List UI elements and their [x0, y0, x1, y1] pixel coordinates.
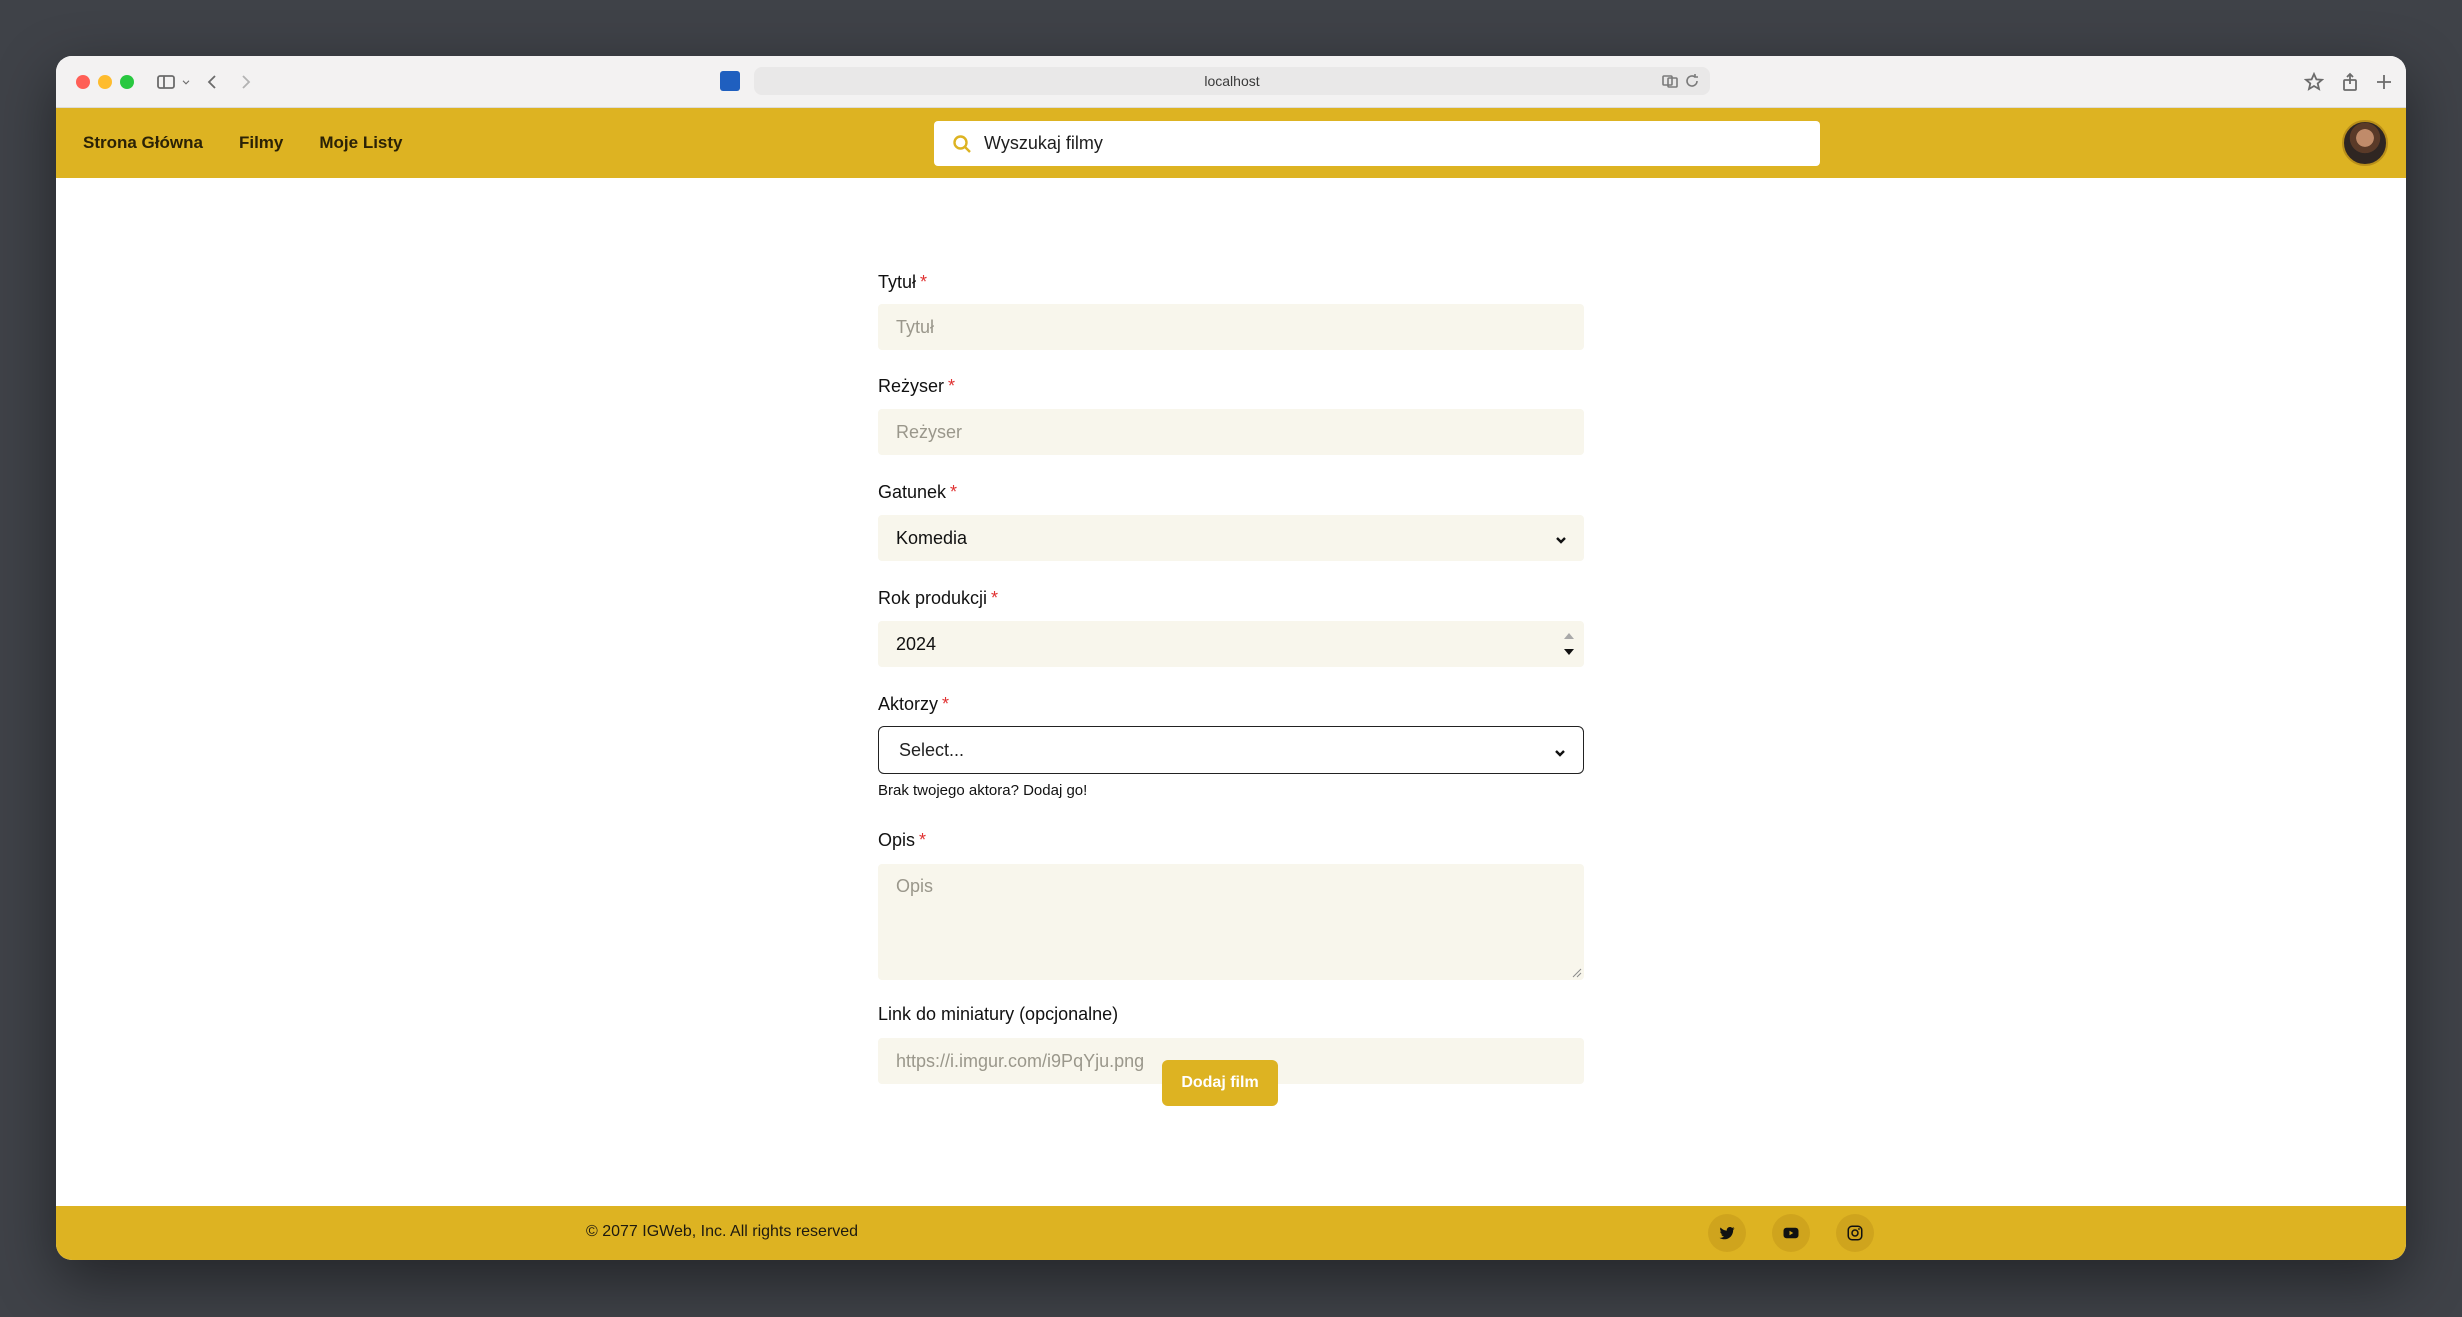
actors-select[interactable]: Select...: [878, 726, 1584, 774]
close-window-button[interactable]: [76, 75, 90, 89]
site-favicon-icon: [720, 71, 740, 91]
stepper-up-icon: [1564, 633, 1574, 639]
search-input[interactable]: [984, 133, 1784, 154]
browser-window: localhost Strona Główna Filmy Moje Listy: [56, 56, 2406, 1260]
thumbnail-label: Link do miniatury (opcjonalne): [878, 1004, 1119, 1024]
instagram-icon[interactable]: [1836, 1214, 1874, 1252]
youtube-icon[interactable]: [1772, 1214, 1810, 1252]
title-input[interactable]: Tytuł: [878, 304, 1584, 350]
sidebar-toggle-icon[interactable]: [152, 68, 180, 96]
translate-icon[interactable]: [1662, 73, 1678, 89]
director-input[interactable]: Reżyser: [878, 409, 1584, 455]
description-label: Opis *: [878, 830, 927, 850]
twitter-icon[interactable]: [1708, 1214, 1746, 1252]
search-icon: [953, 134, 971, 153]
window-controls: [76, 75, 134, 89]
zoom-window-button[interactable]: [120, 75, 134, 89]
chevron-down-icon: [1554, 531, 1568, 545]
title-label: Tytuł *: [878, 272, 928, 292]
chevron-down-icon: [1553, 744, 1567, 758]
site-header: Strona Główna Filmy Moje Listy: [56, 108, 2406, 178]
stepper-down-icon: [1564, 649, 1574, 655]
actors-label: Aktorzy *: [878, 694, 950, 714]
genre-select[interactable]: Komedia: [878, 515, 1584, 561]
nav-home-link[interactable]: Strona Główna: [83, 133, 203, 153]
add-movie-button[interactable]: Dodaj film: [1162, 1060, 1278, 1106]
reload-icon[interactable]: [1684, 73, 1700, 89]
copyright-text: © 2077 IGWeb, Inc. All rights reserved: [586, 1223, 859, 1240]
chevron-down-icon[interactable]: [178, 68, 194, 96]
bookmark-star-icon[interactable]: [2300, 68, 2328, 96]
social-links: [1708, 1214, 1874, 1252]
url-text: localhost: [1204, 73, 1260, 89]
genre-label: Gatunek *: [878, 482, 958, 502]
year-input[interactable]: 2024: [878, 621, 1584, 667]
back-arrow-icon[interactable]: [198, 68, 226, 96]
search-bar[interactable]: [934, 121, 1820, 166]
nav-my-lists-link[interactable]: Moje Listy: [319, 133, 402, 153]
nav-movies-link[interactable]: Filmy: [239, 133, 283, 153]
site-footer: © 2077 IGWeb, Inc. All rights reserved: [56, 1206, 2406, 1260]
description-textarea[interactable]: Opis: [878, 864, 1584, 980]
user-avatar[interactable]: [2342, 120, 2388, 166]
number-stepper[interactable]: [1562, 627, 1576, 661]
resize-grip-icon[interactable]: [1572, 968, 1582, 978]
year-label: Rok produkcji *: [878, 588, 999, 608]
add-actor-hint[interactable]: Brak twojego aktora? Dodaj go!: [878, 782, 1087, 799]
browser-toolbar: localhost: [56, 56, 2406, 108]
forward-arrow-icon[interactable]: [232, 68, 260, 96]
address-bar[interactable]: localhost: [754, 67, 1710, 95]
minimize-window-button[interactable]: [98, 75, 112, 89]
new-tab-icon[interactable]: [2370, 68, 2398, 96]
share-icon[interactable]: [2336, 68, 2364, 96]
main-nav: Strona Główna Filmy Moje Listy: [83, 108, 403, 178]
director-label: Reżyser *: [878, 376, 956, 396]
